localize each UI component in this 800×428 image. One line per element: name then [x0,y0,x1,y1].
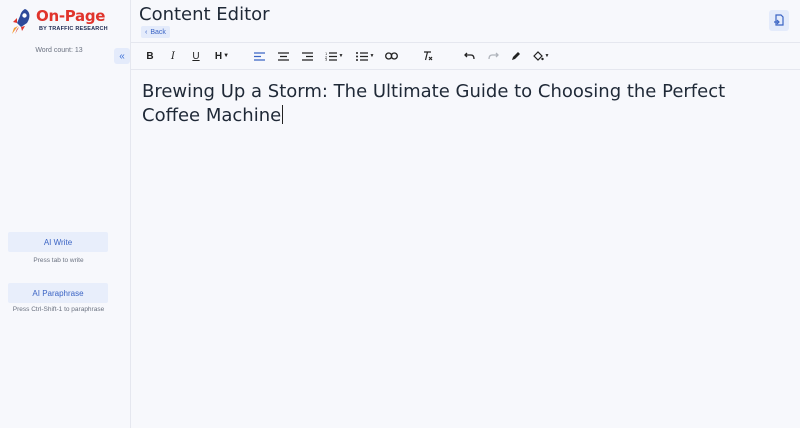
bold-button[interactable]: B [144,49,156,63]
align-left-button[interactable] [253,49,265,63]
sidebar: On-Page BY TRAFFIC RESEARCH Word count: … [0,0,131,428]
align-right-button[interactable] [301,49,313,63]
svg-text:3: 3 [325,58,327,61]
align-center-icon [277,51,289,61]
clear-formatting-button[interactable] [422,49,434,63]
underline-button[interactable]: U [190,49,202,63]
logo: On-Page BY TRAFFIC RESEARCH [6,5,128,39]
caret-down-icon: ▼ [338,53,344,59]
link-icon [384,52,398,60]
chevron-left-icon: ‹ [145,28,148,36]
page-title: Content Editor [139,4,270,25]
ordered-list-icon: 123 [325,52,337,61]
double-chevron-left-icon: « [119,50,125,62]
clear-formatting-icon [424,51,433,61]
undo-icon [463,52,475,60]
paint-bucket-icon [532,51,544,61]
align-left-icon [253,51,265,61]
bullet-list-dropdown[interactable]: ▼ [354,49,376,63]
link-button[interactable] [384,49,398,63]
heading-dropdown[interactable]: H ▼ [213,49,231,63]
italic-button[interactable]: I [168,49,178,63]
word-count: Word count: 13 [35,47,83,54]
ai-paraphrase-hint: Press Ctrl-Shift-1 to paraphrase [12,306,105,313]
logo-text: On-Page [36,7,106,25]
document-heading[interactable]: Brewing Up a Storm: The Ultimate Guide t… [142,80,782,128]
editor-toolbar: B I U H ▼ 123 ▼ ▼ ▼ [131,43,800,70]
caret-down-icon: ▼ [223,53,230,59]
pen-button[interactable] [510,49,522,63]
bullet-list-icon [355,51,368,61]
export-document-button[interactable] [769,10,789,31]
collapse-sidebar-button[interactable]: « [114,48,130,64]
ai-write-button[interactable]: AI Write [8,232,108,252]
pen-icon [512,52,520,60]
heading-label: H [214,50,223,62]
logo-subtext: BY TRAFFIC RESEARCH [39,26,108,32]
back-label: Back [150,28,166,36]
text-cursor [282,105,284,124]
caret-down-icon: ▼ [369,53,375,59]
align-right-icon [301,51,313,61]
rocket-logo-icon [12,9,30,34]
heading-text: Brewing Up a Storm: The Ultimate Guide t… [142,81,726,126]
redo-icon [487,52,499,60]
ai-write-hint: Press tab to write [33,257,84,264]
align-center-button[interactable] [277,49,289,63]
document-export-icon [774,14,784,26]
caret-down-icon: ▼ [544,53,550,59]
redo-button[interactable] [487,49,499,63]
highlight-dropdown[interactable]: ▼ [531,49,551,63]
ordered-list-dropdown[interactable]: 123 ▼ [323,49,345,63]
undo-button[interactable] [463,49,475,63]
back-button[interactable]: ‹ Back [141,26,170,38]
ai-paraphrase-button[interactable]: AI Paraphrase [8,283,108,303]
header: Content Editor ‹ Back [131,0,800,43]
editor-area[interactable]: Brewing Up a Storm: The Ultimate Guide t… [131,70,800,428]
